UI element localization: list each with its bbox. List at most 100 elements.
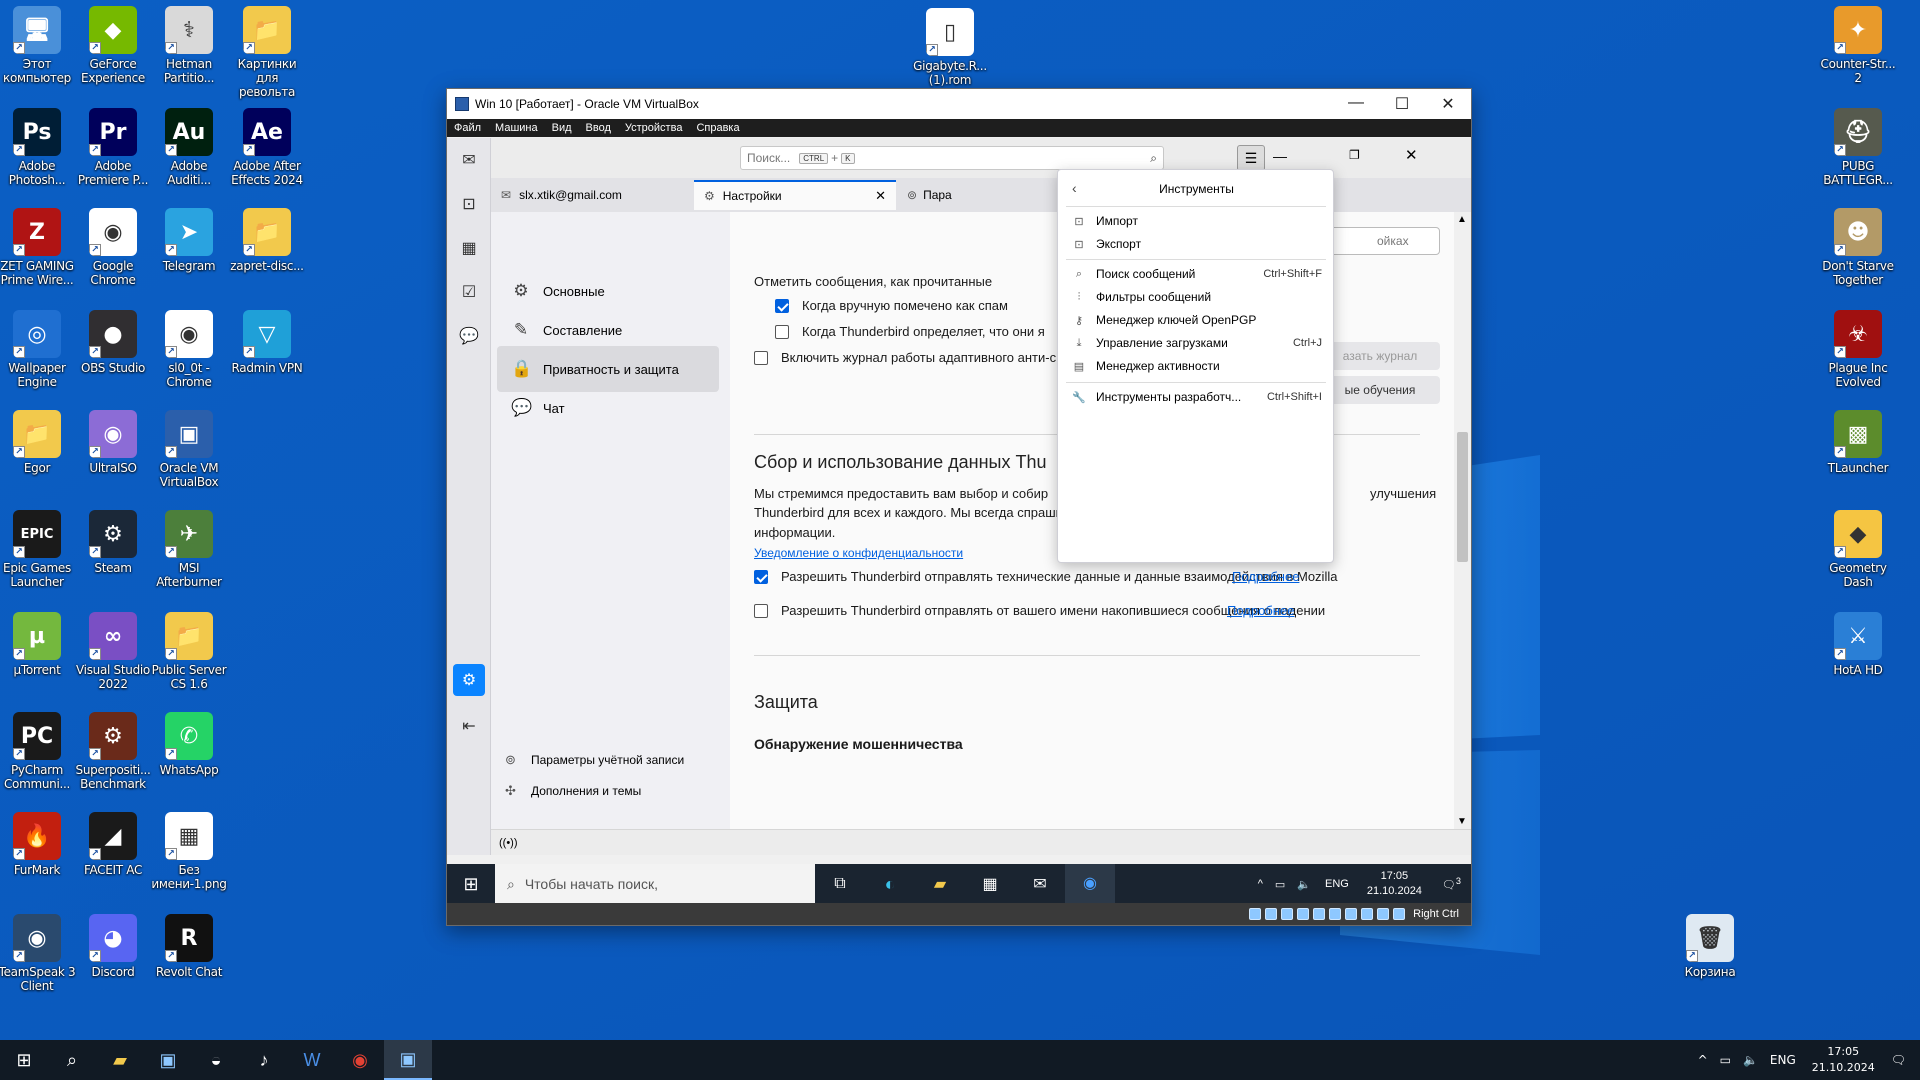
desktop-icon[interactable]: PC ↗ PyCharm Communi...: [0, 712, 77, 791]
usb-icon[interactable]: [1313, 908, 1326, 920]
desktop-icon[interactable]: ⚙ ↗ Steam: [73, 510, 153, 575]
search-input[interactable]: Поиск... CTRL + K ⌕: [740, 146, 1164, 170]
desktop-icon[interactable]: 📁 ↗ Public Server CS 1.6: [149, 612, 229, 691]
guest-start-icon[interactable]: ⊞: [447, 874, 495, 895]
guest-screen[interactable]: ✉ ⊡ ▦ ☑ 💬 ⚙ ⇤ Поиск... CTRL + K ⌕ ☰ — ❐ …: [447, 138, 1471, 855]
desktop-icon[interactable]: ☣ ↗ Plague Inc Evolved: [1818, 310, 1898, 389]
restore-button[interactable]: ❐: [1349, 148, 1360, 162]
collapse-rail-icon[interactable]: ⇤: [447, 704, 491, 748]
desktop-icon[interactable]: ▩ ↗ TLauncher: [1818, 410, 1898, 475]
task-view-icon[interactable]: ⧉: [815, 875, 865, 893]
learn-more-link-1[interactable]: Подробнее: [1232, 569, 1299, 584]
desktop-icon[interactable]: 🗑 ↗ Корзина: [1670, 914, 1750, 979]
optical-icon[interactable]: [1265, 908, 1278, 920]
desktop-icon[interactable]: ◆ ↗ Geometry Dash: [1818, 510, 1898, 589]
checkbox-crash-reports[interactable]: [754, 604, 768, 618]
guest-search-box[interactable]: ⌕ Чтобы начать поиск,: [495, 864, 815, 904]
desktop-icon[interactable]: Au ↗ Adobe Auditi...: [149, 108, 229, 187]
desktop-icon[interactable]: ◉ ↗ Google Chrome: [73, 208, 153, 287]
close-tab-icon[interactable]: ✕: [875, 188, 886, 204]
ea-icon[interactable]: ◒: [192, 1040, 240, 1080]
network-icon[interactable]: [1297, 908, 1310, 920]
chat-icon[interactable]: 💬: [447, 314, 491, 358]
word-icon[interactable]: W: [288, 1040, 336, 1080]
thunderbird-taskbar-icon[interactable]: ◉: [1065, 864, 1115, 904]
host-clock[interactable]: 17:05 21.10.2024: [1812, 1044, 1875, 1076]
desktop-icon[interactable]: 🖥 ↗ Этот компьютер: [0, 6, 77, 85]
desktop-icon[interactable]: ⚔ ↗ HotA HD: [1818, 612, 1898, 677]
desktop-icon[interactable]: ◉ ↗ TeamSpeak 3 Client: [0, 914, 77, 993]
desktop-icon[interactable]: 📁 ↗ Картинки для револьта: [227, 6, 307, 99]
desktop-icon[interactable]: ⚙ ↗ Superpositi... Benchmark: [73, 712, 153, 791]
chevron-up-icon[interactable]: ^: [1698, 1053, 1708, 1067]
virtualbox-window[interactable]: Win 10 [Работает] - Oracle VM VirtualBox…: [446, 88, 1472, 926]
start-icon[interactable]: ⊞: [0, 1040, 48, 1080]
desktop-icon[interactable]: ◉ ↗ UltraISO: [73, 410, 153, 475]
desktop-icon[interactable]: ▯ ↗ Gigabyte.R... (1).rom: [910, 8, 990, 87]
scroll-up-icon[interactable]: ▲: [1457, 214, 1467, 225]
checkbox-technical-data[interactable]: [754, 570, 768, 584]
desktop-icon[interactable]: Z ↗ ZET GAMING Prime Wire...: [0, 208, 77, 287]
desktop-icon[interactable]: ☻ ↗ Don't Starve Together: [1818, 208, 1898, 287]
address-book-icon[interactable]: ⊡: [447, 182, 491, 226]
volume-icon[interactable]: 🔈: [1297, 878, 1311, 891]
desktop-icon[interactable]: ▽ ↗ Radmin VPN: [227, 310, 307, 375]
menu-item-search-messages[interactable]: ⌕ Поиск сообщений Ctrl+Shift+F: [1072, 263, 1322, 285]
menu-item-devtools[interactable]: 🔧 Инструменты разработч... Ctrl+Shift+I: [1072, 386, 1322, 408]
vm-titlebar[interactable]: Win 10 [Работает] - Oracle VM VirtualBox…: [447, 89, 1471, 119]
disk-icon[interactable]: [1249, 908, 1262, 920]
desktop-icon[interactable]: ▣ ↗ Oracle VM VirtualBox: [149, 410, 229, 489]
menu-item-openpgp[interactable]: ⚷ Менеджер ключей OpenPGP: [1072, 309, 1322, 331]
music-icon[interactable]: ♪: [240, 1040, 288, 1080]
menu-item-import[interactable]: ⊡ Импорт: [1072, 210, 1322, 232]
vm-menu-input[interactable]: Ввод: [579, 122, 618, 134]
desktop-icon[interactable]: Ae ↗ Adobe After Effects 2024: [227, 108, 307, 187]
maximize-button[interactable]: ☐: [1379, 94, 1425, 114]
vm-menu-help[interactable]: Справка: [689, 122, 746, 134]
explorer-icon[interactable]: ▰: [915, 874, 965, 894]
chrome-icon[interactable]: ◉: [336, 1040, 384, 1080]
desktop-icon[interactable]: ➤ ↗ Telegram: [149, 208, 229, 273]
mail-icon[interactable]: ✉: [1015, 874, 1065, 894]
menu-item-activity[interactable]: ▤ Менеджер активности: [1072, 355, 1322, 377]
checkbox-junk-log[interactable]: [754, 351, 768, 365]
close-button[interactable]: ✕: [1425, 94, 1471, 114]
tab-mail[interactable]: ✉ slx.xtik@gmail.com: [491, 180, 691, 210]
volume-icon[interactable]: 🔈: [1743, 1053, 1758, 1067]
recording-icon[interactable]: [1361, 908, 1374, 920]
tab-settings[interactable]: ⚙ Настройки ✕: [694, 180, 896, 210]
nav-chat[interactable]: 💬 Чат: [497, 385, 719, 431]
desktop-icon[interactable]: ⛑ ↗ PUBG BATTLEGR...: [1818, 108, 1898, 187]
store-icon[interactable]: ▦: [965, 874, 1015, 894]
scrollbar-thumb[interactable]: [1457, 432, 1468, 562]
vm-menu-file[interactable]: Файл: [447, 122, 488, 134]
search-icon[interactable]: ⌕: [48, 1040, 96, 1080]
desktop-icon[interactable]: ∞ ↗ Visual Studio 2022: [73, 612, 153, 691]
desktop-icon[interactable]: 📁 ↗ Egor: [0, 410, 77, 475]
vm-menu-view[interactable]: Вид: [545, 122, 579, 134]
desktop-icon[interactable]: ◉ ↗ sl0_0t - Chrome: [149, 310, 229, 389]
chevron-up-icon[interactable]: ^: [1258, 878, 1263, 890]
online-status-icon[interactable]: ((•)): [499, 837, 518, 849]
guest-lang[interactable]: ENG: [1325, 878, 1349, 890]
reset-training-button[interactable]: ые обучения: [1320, 376, 1440, 404]
desktop-icon[interactable]: R ↗ Revolt Chat: [149, 914, 229, 979]
nav-addons[interactable]: ✣ Дополнения и темы: [505, 783, 641, 799]
desktop-icon[interactable]: ⚕ ↗ Hetman Partitio...: [149, 6, 229, 85]
learn-more-link-2[interactable]: Подробнее: [1227, 603, 1294, 618]
host-lang[interactable]: ENG: [1770, 1053, 1796, 1067]
vm-menu-machine[interactable]: Машина: [488, 122, 545, 134]
settings-gear-icon[interactable]: ⚙: [453, 664, 485, 696]
audio-icon[interactable]: [1281, 908, 1294, 920]
desktop-icon[interactable]: ◕ ↗ Discord: [73, 914, 153, 979]
menu-item-filters[interactable]: ⫶ Фильтры сообщений: [1072, 286, 1322, 308]
vertical-scrollbar[interactable]: ▲ ▼: [1454, 212, 1471, 829]
desktop-icon[interactable]: ◎ ↗ Wallpaper Engine: [0, 310, 77, 389]
minimize-button[interactable]: —: [1333, 94, 1379, 114]
checkbox-tb-detects[interactable]: [775, 325, 789, 339]
desktop-icon[interactable]: ✦ ↗ Counter-Str... 2: [1818, 6, 1898, 85]
app-menu-button[interactable]: ☰: [1237, 145, 1265, 171]
guest-clock[interactable]: 17:05 21.10.2024: [1367, 869, 1422, 899]
desktop-icon[interactable]: ● ↗ OBS Studio: [73, 310, 153, 375]
network-icon[interactable]: ▭: [1720, 1053, 1731, 1067]
